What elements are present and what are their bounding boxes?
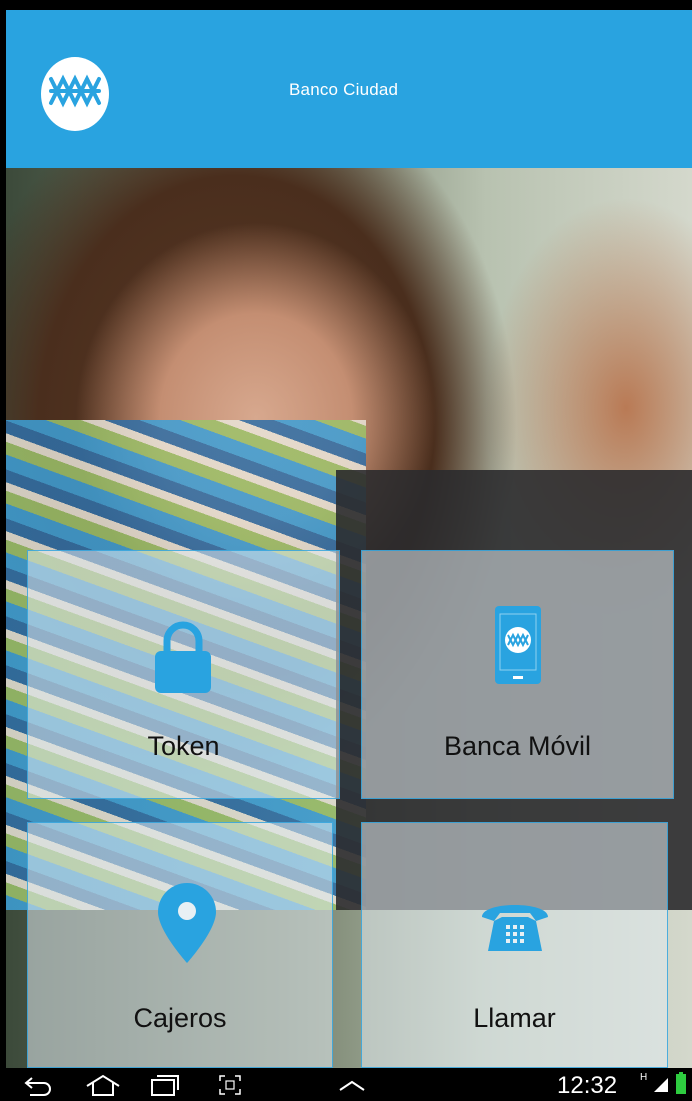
chevron-up-icon[interactable] — [338, 1074, 366, 1101]
app-screen: Banco Ciudad Token Banca Móvil Cajeros L… — [6, 10, 692, 1068]
app-title: Banco Ciudad — [289, 80, 399, 99]
back-icon[interactable] — [24, 1074, 54, 1101]
home-icon[interactable] — [85, 1074, 121, 1101]
recent-apps-icon[interactable] — [150, 1074, 180, 1101]
network-type-indicator: H — [640, 1072, 648, 1083]
battery-icon — [676, 1072, 686, 1099]
banca-movil-label: Banca Móvil — [443, 731, 592, 761]
status-clock: 12:32 — [557, 1072, 618, 1099]
app-header: Banco Ciudad — [6, 10, 692, 168]
llamar-tile[interactable]: Llamar — [361, 822, 668, 1068]
token-label: Token — [147, 731, 220, 761]
telephone-icon — [480, 895, 550, 960]
token-tile[interactable]: Token — [27, 550, 340, 799]
signal-icon — [652, 1074, 670, 1099]
mobile-phone-icon — [495, 606, 541, 689]
banco-ciudad-logo-icon[interactable] — [41, 57, 109, 131]
cajeros-tile[interactable]: Cajeros — [27, 822, 333, 1068]
screenshot-icon[interactable] — [218, 1074, 242, 1101]
lock-icon — [155, 621, 211, 698]
cajeros-label: Cajeros — [133, 1003, 227, 1033]
banca-movil-tile[interactable]: Banca Móvil — [361, 550, 674, 799]
location-pin-icon — [158, 883, 216, 968]
llamar-label: Llamar — [473, 1003, 556, 1033]
